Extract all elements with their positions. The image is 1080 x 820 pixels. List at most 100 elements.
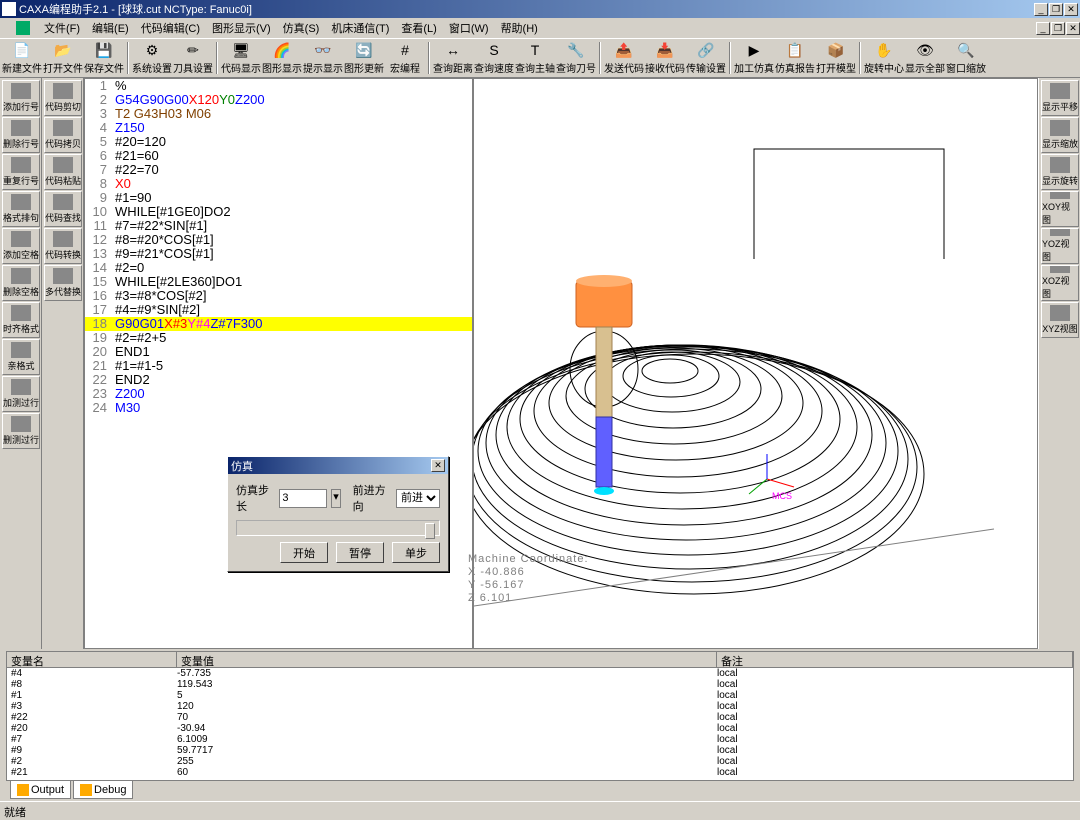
code-line[interactable]: 18G90G01X#3Y#4Z#7F300 (85, 317, 472, 331)
child-restore-button[interactable]: ❐ (1051, 22, 1065, 35)
side-添加空格[interactable]: 添加空格 (2, 228, 40, 264)
pause-button[interactable]: 暂停 (336, 542, 384, 563)
menu-item[interactable]: 图形显示(V) (206, 21, 277, 37)
side-代码查找[interactable]: 代码查找 (44, 191, 82, 227)
var-row[interactable]: #76.1009local (7, 734, 1073, 745)
toolbar-传输设置[interactable]: 🔗传输设置 (686, 40, 726, 76)
toolbar-查询刀号[interactable]: 🔧查询刀号 (556, 40, 596, 76)
side-显示平移[interactable]: 显示平移 (1041, 80, 1079, 116)
step-input[interactable] (279, 489, 327, 508)
code-line[interactable]: 1% (85, 79, 472, 93)
toolbar-仿真报告[interactable]: 📋仿真报告 (775, 40, 815, 76)
toolbar-显示全部[interactable]: 👁显示全部 (905, 40, 945, 76)
menu-item[interactable]: 文件(F) (38, 21, 86, 37)
close-button[interactable]: ✕ (1064, 3, 1078, 16)
side-代码拷贝[interactable]: 代码拷贝 (44, 117, 82, 153)
side-删除空格[interactable]: 删除空格 (2, 265, 40, 301)
toolbar-打开模型[interactable]: 📦打开模型 (816, 40, 856, 76)
child-close-button[interactable]: ✕ (1066, 22, 1080, 35)
code-line[interactable]: 24M30 (85, 401, 472, 415)
code-line[interactable]: 15WHILE[#2LE360]DO1 (85, 275, 472, 289)
side-删测过行[interactable]: 删测过行 (2, 413, 40, 449)
code-line[interactable]: 13#9=#21*COS[#1] (85, 247, 472, 261)
code-line[interactable]: 10WHILE[#1GE0]DO2 (85, 205, 472, 219)
side-加测过行[interactable]: 加测过行 (2, 376, 40, 412)
tab-Output[interactable]: Output (10, 781, 71, 799)
toolbar-保存文件[interactable]: 💾保存文件 (84, 40, 124, 76)
direction-select[interactable]: 前进 (396, 489, 440, 508)
code-line[interactable]: 6#21=60 (85, 149, 472, 163)
step-button[interactable]: 单步 (392, 542, 440, 563)
start-button[interactable]: 开始 (280, 542, 328, 563)
dialog-close-button[interactable]: ✕ (431, 459, 445, 472)
toolbar-加工仿真[interactable]: ▶加工仿真 (734, 40, 774, 76)
side-重复行号[interactable]: 重复行号 (2, 154, 40, 190)
code-line[interactable]: 3T2 G43H03 M06 (85, 107, 472, 121)
toolbar-旋转中心[interactable]: ✋旋转中心 (864, 40, 904, 76)
side-格式排句[interactable]: 格式排句 (2, 191, 40, 227)
toolbar-窗口缩放[interactable]: 🔍窗口缩放 (946, 40, 986, 76)
toolbar-查询距离[interactable]: ↔查询距离 (433, 40, 473, 76)
code-line[interactable]: 2G54G90G00X120Y0Z200 (85, 93, 472, 107)
code-line[interactable]: 21#1=#1-5 (85, 359, 472, 373)
menu-item[interactable]: 代码编辑(C) (135, 21, 206, 37)
toolbar-图形更新[interactable]: 🔄图形更新 (344, 40, 384, 76)
var-row[interactable]: #20-30.94local (7, 723, 1073, 734)
toolbar-发送代码[interactable]: 📤发送代码 (604, 40, 644, 76)
side-YOZ视图[interactable]: YOZ视图 (1041, 228, 1079, 264)
toolbar-查询速度[interactable]: S查询速度 (474, 40, 514, 76)
side-删除行号[interactable]: 删除行号 (2, 117, 40, 153)
var-row[interactable]: #959.7717local (7, 745, 1073, 756)
side-时齐格式[interactable]: 时齐格式 (2, 302, 40, 338)
toolbar-新建文件[interactable]: 📄新建文件 (2, 40, 42, 76)
code-line[interactable]: 22END2 (85, 373, 472, 387)
tab-Debug[interactable]: Debug (73, 781, 133, 799)
maximize-button[interactable]: ❐ (1049, 3, 1063, 16)
side-添加行号[interactable]: 添加行号 (2, 80, 40, 116)
menu-item[interactable]: 机床通信(T) (325, 21, 395, 37)
toolbar-打开文件[interactable]: 📂打开文件 (43, 40, 83, 76)
var-row[interactable]: #15local (7, 690, 1073, 701)
menu-item[interactable]: 编辑(E) (86, 21, 135, 37)
code-line[interactable]: 17#4=#9*SIN[#2] (85, 303, 472, 317)
code-line[interactable]: 12#8=#20*COS[#1] (85, 233, 472, 247)
var-row[interactable]: #8119.543local (7, 679, 1073, 690)
var-row[interactable]: #2255local (7, 756, 1073, 767)
side-XYZ视图[interactable]: XYZ视图 (1041, 302, 1079, 338)
child-minimize-button[interactable]: _ (1036, 22, 1050, 35)
code-line[interactable]: 7#22=70 (85, 163, 472, 177)
code-line[interactable]: 20END1 (85, 345, 472, 359)
var-row[interactable]: #2270local (7, 712, 1073, 723)
code-line[interactable]: 23Z200 (85, 387, 472, 401)
toolbar-查询主轴[interactable]: T查询主轴 (515, 40, 555, 76)
menu-item[interactable]: 窗口(W) (443, 21, 495, 37)
code-line[interactable]: 19#2=#2+5 (85, 331, 472, 345)
toolbar-刀具设置[interactable]: ✏刀具设置 (173, 40, 213, 76)
code-line[interactable]: 11#7=#22*SIN[#1] (85, 219, 472, 233)
code-line[interactable]: 16#3=#8*COS[#2] (85, 289, 472, 303)
toolbar-接收代码[interactable]: 📥接收代码 (645, 40, 685, 76)
side-多代替换[interactable]: 多代替换 (44, 265, 82, 301)
toolbar-提示显示[interactable]: 👓提示显示 (303, 40, 343, 76)
side-代码粘贴[interactable]: 代码粘贴 (44, 154, 82, 190)
var-row[interactable]: #3120local (7, 701, 1073, 712)
code-line[interactable]: 14#2=0 (85, 261, 472, 275)
code-line[interactable]: 5#20=120 (85, 135, 472, 149)
side-显示缩放[interactable]: 显示缩放 (1041, 117, 1079, 153)
menu-item[interactable]: 帮助(H) (495, 21, 544, 37)
side-亲格式[interactable]: 亲格式 (2, 339, 40, 375)
toolbar-宏编程[interactable]: #宏编程 (385, 40, 425, 76)
toolbar-代码显示[interactable]: 🖥代码显示 (221, 40, 261, 76)
var-row[interactable]: #4-57.735local (7, 668, 1073, 679)
minimize-button[interactable]: _ (1034, 3, 1048, 16)
variable-table[interactable]: 变量名 变量值 备注 #4-57.735local#8119.543local#… (6, 651, 1074, 781)
code-line[interactable]: 9#1=90 (85, 191, 472, 205)
side-XOY视图[interactable]: XOY视图 (1041, 191, 1079, 227)
side-代码转换[interactable]: 代码转换 (44, 228, 82, 264)
side-代码剪切[interactable]: 代码剪切 (44, 80, 82, 116)
toolbar-图形显示[interactable]: 🌈图形显示 (262, 40, 302, 76)
menu-item[interactable]: 查看(L) (395, 21, 442, 37)
side-XOZ视图[interactable]: XOZ视图 (1041, 265, 1079, 301)
menu-item[interactable]: 仿真(S) (277, 21, 326, 37)
code-line[interactable]: 8X0 (85, 177, 472, 191)
